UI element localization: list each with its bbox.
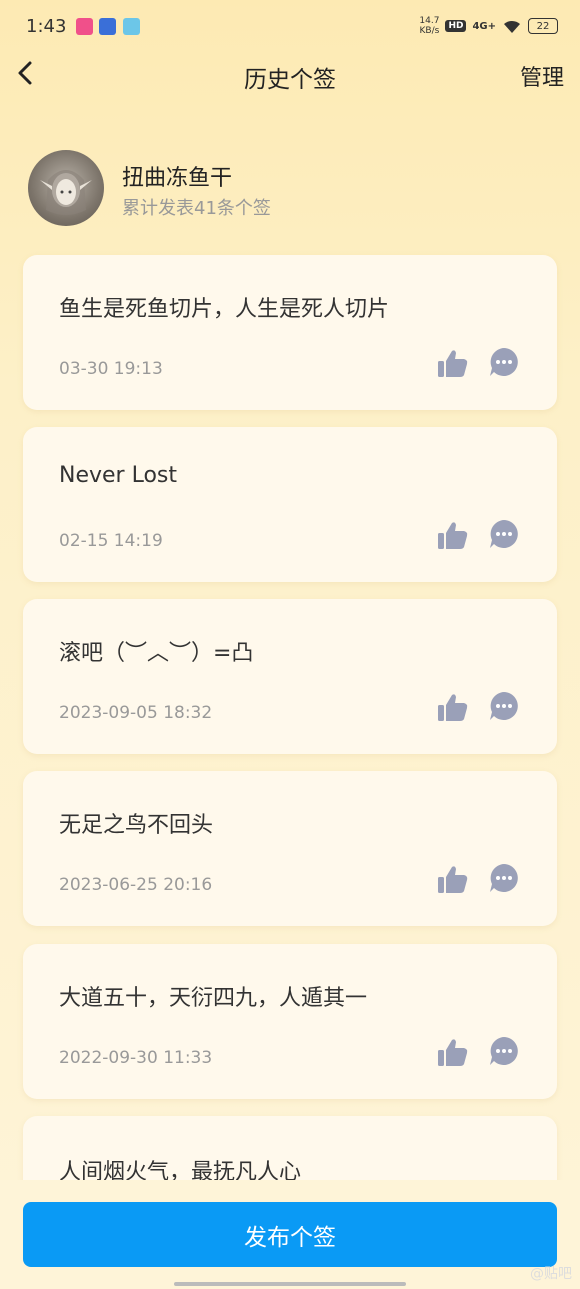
comment-icon[interactable]	[488, 1035, 520, 1067]
signature-card[interactable]: Never Lost 02-15 14:19	[23, 427, 557, 582]
wifi-icon	[504, 20, 520, 33]
signature-text: 滚吧（︶︿︶）=凸	[59, 641, 254, 666]
status-bar: 1:43 14.7 KB/s HD 4G+ 22	[0, 0, 580, 56]
hd-badge: HD	[445, 20, 467, 32]
battery-icon: 22	[528, 18, 558, 34]
app-notification-icon	[76, 18, 93, 35]
status-indicators: 14.7 KB/s HD 4G+ 22	[419, 16, 558, 36]
status-time: 1:43	[26, 16, 67, 37]
thumbs-up-icon[interactable]	[436, 347, 470, 381]
thumbs-up-icon[interactable]	[436, 691, 470, 725]
signature-card[interactable]: 大道五十，天衍四九，人遁其一 2022-09-30 11:33	[23, 944, 557, 1099]
app-notification-icon	[99, 18, 116, 35]
thumbs-up-icon[interactable]	[436, 863, 470, 897]
avatar[interactable]	[28, 150, 104, 226]
page-title: 历史个签	[244, 67, 336, 93]
signature-text: 无足之鸟不回头	[59, 813, 214, 838]
watermark: @贴吧	[530, 1266, 572, 1282]
thumbs-up-icon[interactable]	[436, 1036, 470, 1070]
app-notification-icon	[123, 18, 140, 35]
signature-time: 2022-09-30 11:33	[59, 1048, 213, 1068]
nav-bar: 历史个签 管理	[0, 50, 580, 100]
comment-icon[interactable]	[488, 862, 520, 894]
signature-time: 2023-09-05 18:32	[59, 703, 213, 723]
comment-icon[interactable]	[488, 518, 520, 550]
signature-text: 鱼生是死鱼切片，人生是死人切片	[59, 297, 390, 322]
avatar-image	[40, 170, 92, 215]
signature-text: Never Lost	[59, 463, 178, 488]
signature-time: 2023-06-25 20:16	[59, 875, 213, 895]
signature-card[interactable]: 滚吧（︶︿︶）=凸 2023-09-05 18:32	[23, 599, 557, 754]
signal-icon: 4G+	[472, 20, 496, 32]
comment-icon[interactable]	[488, 690, 520, 722]
post-count: 累计发表41条个签	[122, 198, 271, 219]
signature-card[interactable]: 鱼生是死鱼切片，人生是死人切片 03-30 19:13	[23, 255, 557, 410]
signature-time: 02-15 14:19	[59, 531, 163, 551]
username: 扭曲冻鱼干	[122, 166, 233, 191]
thumbs-up-icon[interactable]	[436, 519, 470, 553]
signature-card[interactable]: 无足之鸟不回头 2023-06-25 20:16	[23, 771, 557, 926]
publish-signature-button[interactable]: 发布个签	[23, 1202, 557, 1267]
signature-time: 03-30 19:13	[59, 359, 163, 379]
signature-text: 大道五十，天衍四九，人遁其一	[59, 986, 368, 1011]
network-speed: 14.7 KB/s	[419, 16, 440, 36]
comment-icon[interactable]	[488, 346, 520, 378]
manage-button[interactable]: 管理	[520, 60, 564, 92]
home-indicator[interactable]	[174, 1282, 406, 1286]
